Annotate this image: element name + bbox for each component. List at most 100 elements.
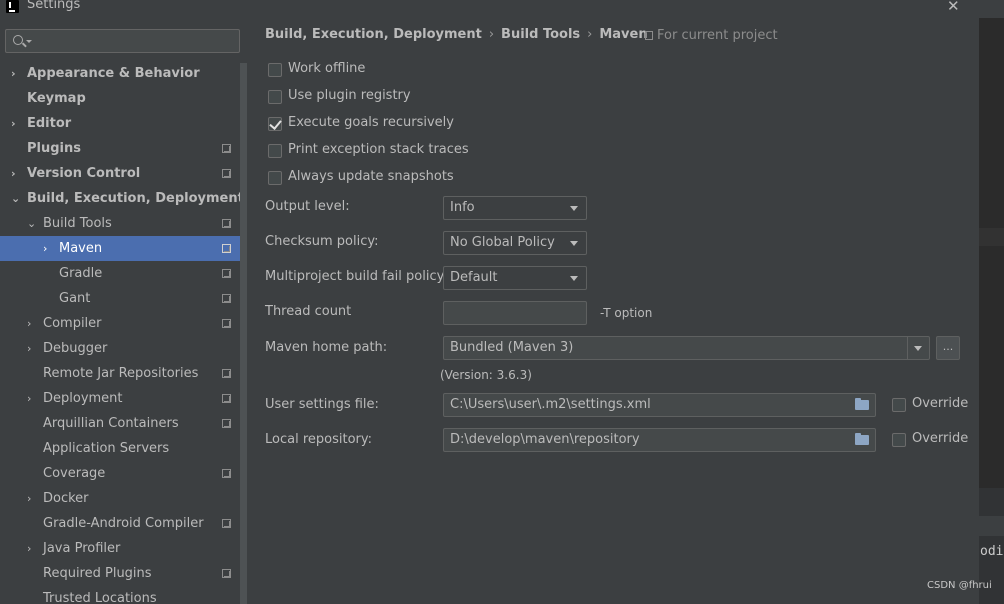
- project-scope-icon: [222, 269, 231, 278]
- chevron-down-icon: [570, 206, 578, 211]
- maven-home-label: Maven home path:: [265, 340, 388, 355]
- local-repository-override-checkbox[interactable]: [892, 433, 906, 447]
- local-repository-label: Local repository:: [265, 432, 372, 447]
- fail-policy-select[interactable]: Default: [443, 266, 587, 290]
- print-stack-traces-checkbox[interactable]: [268, 144, 282, 158]
- local-repository-input[interactable]: D:\develop\maven\repository: [443, 428, 876, 452]
- breadcrumb-separator: ›: [488, 27, 495, 42]
- chevron-down-icon: [26, 40, 32, 43]
- chevron-down-icon[interactable]: ⌄: [11, 186, 20, 211]
- sidebar-item-label: Compiler: [43, 316, 102, 331]
- breadcrumb-item[interactable]: Build, Execution, Deployment: [265, 27, 482, 42]
- sidebar-item-compiler[interactable]: › Compiler: [0, 311, 240, 336]
- sidebar-item-keymap[interactable]: Keymap: [0, 86, 240, 111]
- user-settings-override-checkbox[interactable]: [892, 398, 906, 412]
- work-offline-checkbox[interactable]: [268, 63, 282, 77]
- sidebar-item-docker[interactable]: › Docker: [0, 486, 240, 511]
- chevron-right-icon[interactable]: ›: [11, 111, 16, 136]
- project-scope-icon: [645, 31, 653, 40]
- sidebar-item-debugger[interactable]: › Debugger: [0, 336, 240, 361]
- close-icon[interactable]: ✕: [947, 0, 960, 15]
- sidebar-item-appearance-behavior[interactable]: › Appearance & Behavior: [0, 61, 240, 86]
- sidebar-item-deployment[interactable]: › Deployment: [0, 386, 240, 411]
- sidebar-item-application-servers[interactable]: Application Servers: [0, 436, 240, 461]
- sidebar-item-trusted-locations[interactable]: Trusted Locations: [0, 586, 240, 604]
- chevron-right-icon[interactable]: ›: [43, 236, 47, 261]
- local-repository-override-label[interactable]: Override: [912, 431, 968, 446]
- chevron-right-icon[interactable]: ›: [11, 61, 16, 86]
- intellij-logo-icon: [6, 0, 19, 13]
- thread-count-label: Thread count: [265, 304, 352, 319]
- sidebar-item-gradle[interactable]: Gradle: [0, 261, 240, 286]
- user-settings-input[interactable]: C:\Users\user\.m2\settings.xml: [443, 393, 876, 417]
- breadcrumb-item: Maven: [599, 27, 648, 42]
- sidebar-item-label: Trusted Locations: [43, 591, 157, 604]
- thread-count-input[interactable]: [443, 301, 587, 325]
- chevron-right-icon[interactable]: ›: [27, 336, 31, 361]
- settings-content: Build, Execution, Deployment › Build Tools…: [247, 18, 979, 604]
- plugin-registry-label[interactable]: Use plugin registry: [288, 88, 411, 103]
- sidebar-item-java-profiler[interactable]: › Java Profiler: [0, 536, 240, 561]
- sidebar-item-label: Version Control: [27, 166, 141, 181]
- sidebar-item-version-control[interactable]: › Version Control: [0, 161, 240, 186]
- work-offline-label[interactable]: Work offline: [288, 61, 365, 76]
- browse-maven-home-button[interactable]: ...: [936, 336, 960, 360]
- chevron-right-icon[interactable]: ›: [27, 536, 31, 561]
- scope-label: For current project: [657, 28, 778, 43]
- sidebar-item-label: Gradle: [59, 266, 103, 281]
- chevron-down-icon: [570, 276, 578, 281]
- folder-icon[interactable]: [855, 398, 869, 410]
- chevron-down-icon[interactable]: ⌄: [27, 211, 36, 236]
- sidebar-item-label: Coverage: [43, 466, 106, 481]
- user-settings-override-label[interactable]: Override: [912, 396, 968, 411]
- sidebar-item-build-tools[interactable]: ⌄ Build Tools: [0, 211, 240, 236]
- sidebar-item-label: Gant: [59, 291, 91, 306]
- sidebar-item-label: Deployment: [43, 391, 123, 406]
- sidebar-item-label: Keymap: [27, 91, 86, 106]
- fail-policy-label: Multiproject build fail policy:: [265, 269, 448, 284]
- sidebar-item-build-execution-deployment[interactable]: ⌄ Build, Execution, Deployment: [0, 186, 244, 211]
- maven-home-dropdown-button[interactable]: [907, 337, 929, 359]
- sidebar-scrollbar[interactable]: [240, 63, 247, 604]
- output-level-select[interactable]: Info: [443, 196, 587, 220]
- sidebar-item-coverage[interactable]: Coverage: [0, 461, 240, 486]
- project-scope-icon: [222, 319, 231, 328]
- sidebar-item-gant[interactable]: Gant: [0, 286, 240, 311]
- chevron-down-icon: [914, 346, 922, 351]
- maven-version-text: (Version: 3.6.3): [440, 368, 532, 382]
- settings-sidebar: › Appearance & Behavior Keymap › Editor Plugi…: [0, 18, 247, 604]
- sidebar-item-editor[interactable]: › Editor: [0, 111, 240, 136]
- chevron-right-icon[interactable]: ›: [27, 311, 31, 336]
- sidebar-item-plugins[interactable]: Plugins: [0, 136, 240, 161]
- chevron-right-icon[interactable]: ›: [27, 486, 31, 511]
- checksum-policy-select[interactable]: No Global Policy: [443, 231, 587, 255]
- sidebar-item-required-plugins[interactable]: Required Plugins: [0, 561, 240, 586]
- sidebar-item-label: Appearance & Behavior: [27, 66, 200, 81]
- chevron-down-icon: [570, 241, 578, 246]
- sidebar-item-label: Arquillian Containers: [43, 416, 179, 431]
- project-scope-icon: [222, 144, 231, 153]
- sidebar-item-remote-jar-repositories[interactable]: Remote Jar Repositories: [0, 361, 240, 386]
- chevron-right-icon[interactable]: ›: [27, 386, 31, 411]
- folder-icon[interactable]: [855, 433, 869, 445]
- sidebar-item-label: Gradle-Android Compiler: [43, 516, 204, 531]
- plugin-registry-checkbox[interactable]: [268, 90, 282, 104]
- print-stack-traces-label[interactable]: Print exception stack traces: [288, 142, 469, 157]
- background-band: [979, 228, 1004, 246]
- sidebar-item-arquillian-containers[interactable]: Arquillian Containers: [0, 411, 240, 436]
- breadcrumb-item[interactable]: Build Tools: [501, 27, 580, 42]
- update-snapshots-checkbox[interactable]: [268, 171, 282, 185]
- maven-home-combo[interactable]: Bundled (Maven 3): [443, 336, 930, 360]
- search-input[interactable]: [5, 29, 240, 53]
- update-snapshots-label[interactable]: Always update snapshots: [288, 169, 454, 184]
- output-level-label: Output level:: [265, 199, 350, 214]
- project-scope-icon: [222, 419, 231, 428]
- execute-recursively-label[interactable]: Execute goals recursively: [288, 115, 454, 130]
- sidebar-item-gradle-android-compiler[interactable]: Gradle-Android Compiler: [0, 511, 240, 536]
- chevron-right-icon[interactable]: ›: [11, 161, 16, 186]
- execute-recursively-checkbox[interactable]: [268, 117, 282, 131]
- project-scope-icon: [222, 569, 231, 578]
- sidebar-item-label: Debugger: [43, 341, 108, 356]
- user-settings-label: User settings file:: [265, 397, 379, 412]
- sidebar-item-maven[interactable]: › Maven: [0, 236, 240, 261]
